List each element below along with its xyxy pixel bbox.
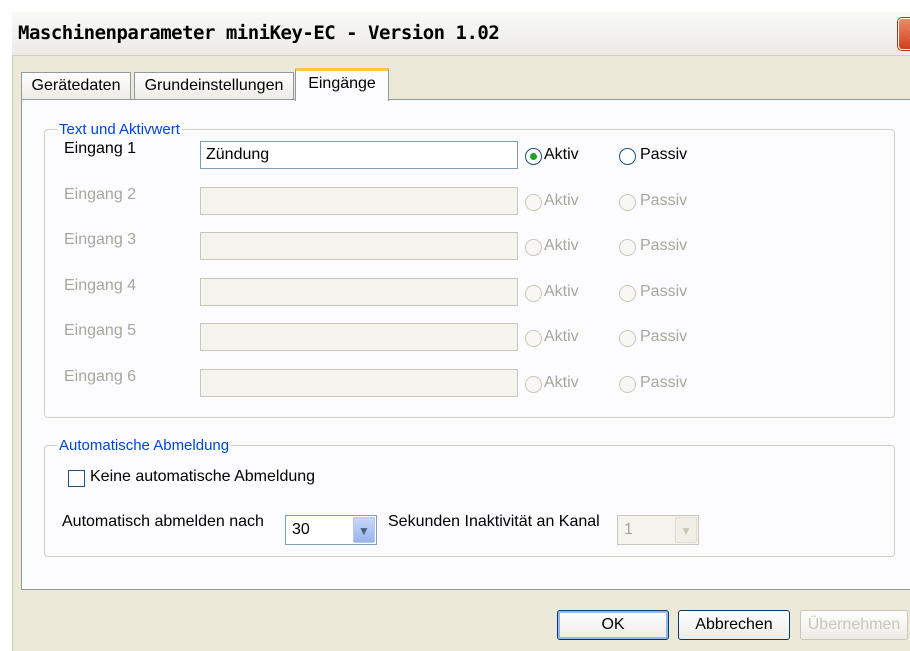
input-3-aktiv-radio[interactable] — [525, 239, 542, 256]
input-1-text-field[interactable]: Zündung — [200, 141, 518, 169]
input-6-aktiv-label: Aktiv — [544, 374, 579, 391]
input-4-label: Eingang 4 — [64, 277, 137, 294]
close-button[interactable]: ✕ — [898, 18, 910, 50]
auto-logout-after-label: Automatisch abmelden nach — [62, 513, 264, 530]
input-5-aktiv-label: Aktiv — [544, 328, 579, 345]
input-3-passiv-radio[interactable] — [619, 239, 636, 256]
input-1-label: Eingang 1 — [64, 140, 137, 157]
input-4-text-field[interactable] — [200, 278, 518, 306]
group-automatische-abmeldung: Automatische Abmeldung — [44, 437, 895, 557]
input-5-aktiv-radio[interactable] — [525, 330, 542, 347]
input-6-aktiv-radio[interactable] — [525, 376, 542, 393]
input-3-passiv-label: Passiv — [640, 237, 688, 254]
channel-value: 1 — [624, 521, 633, 538]
chevron-down-icon[interactable]: ▼ — [675, 517, 697, 543]
input-5-passiv-label: Passiv — [640, 328, 688, 345]
tab-grundeinstellungen[interactable]: Grundeinstellungen — [134, 72, 294, 100]
input-2-label: Eingang 2 — [64, 186, 137, 203]
input-4-aktiv-radio[interactable] — [525, 285, 542, 302]
input-4-passiv-radio[interactable] — [619, 285, 636, 302]
input-5-text-field[interactable] — [200, 323, 518, 351]
tab-page-eingaenge: Text und Aktivwert Eingang 1 Zündung Akt… — [21, 99, 910, 590]
input-6-passiv-label: Passiv — [640, 374, 688, 391]
seconds-dropdown[interactable]: 30 ▼ — [285, 515, 377, 545]
input-5-passiv-radio[interactable] — [619, 330, 636, 347]
input-5-label: Eingang 5 — [64, 322, 137, 339]
input-3-text-field[interactable] — [200, 232, 518, 260]
dialog-client: Gerätedaten Grundeinstellungen Eingänge … — [12, 56, 910, 651]
tab-eingaenge[interactable]: Eingänge — [295, 68, 389, 101]
group-legend-logout: Automatische Abmeldung — [59, 437, 230, 454]
no-auto-logout-label: Keine automatische Abmeldung — [90, 468, 316, 485]
chevron-down-icon[interactable]: ▼ — [353, 517, 375, 543]
inactivity-channel-label: Sekunden Inaktivität an Kanal — [388, 513, 600, 530]
input-1-aktiv-label: Aktiv — [544, 146, 579, 163]
tab-geraetedaten[interactable]: Gerätedaten — [21, 72, 131, 100]
input-1-passiv-label: Passiv — [640, 146, 688, 163]
input-2-passiv-label: Passiv — [640, 192, 688, 209]
input-4-passiv-label: Passiv — [640, 283, 688, 300]
window-title: Maschinenparameter miniKey-EC - Version … — [18, 22, 500, 44]
seconds-value: 30 — [292, 521, 310, 538]
input-1-passiv-radio[interactable] — [619, 148, 636, 165]
input-6-passiv-radio[interactable] — [619, 376, 636, 393]
input-2-text-field[interactable] — [200, 187, 518, 215]
input-2-aktiv-label: Aktiv — [544, 192, 579, 209]
ok-button[interactable]: OK — [557, 610, 669, 640]
input-3-aktiv-label: Aktiv — [544, 237, 579, 254]
input-6-label: Eingang 6 — [64, 368, 137, 385]
channel-dropdown[interactable]: 1 ▼ — [617, 515, 699, 545]
input-2-aktiv-radio[interactable] — [525, 194, 542, 211]
group-legend-inputs: Text und Aktivwert — [59, 121, 180, 138]
input-4-aktiv-label: Aktiv — [544, 283, 579, 300]
title-bar: Maschinenparameter miniKey-EC - Version … — [12, 12, 910, 56]
input-2-passiv-radio[interactable] — [619, 194, 636, 211]
no-auto-logout-checkbox[interactable] — [68, 470, 85, 487]
input-3-label: Eingang 3 — [64, 231, 137, 248]
input-1-aktiv-radio[interactable] — [525, 148, 542, 165]
apply-button[interactable]: Übernehmen — [800, 610, 908, 640]
cancel-button[interactable]: Abbrechen — [678, 610, 790, 640]
input-6-text-field[interactable] — [200, 369, 518, 397]
